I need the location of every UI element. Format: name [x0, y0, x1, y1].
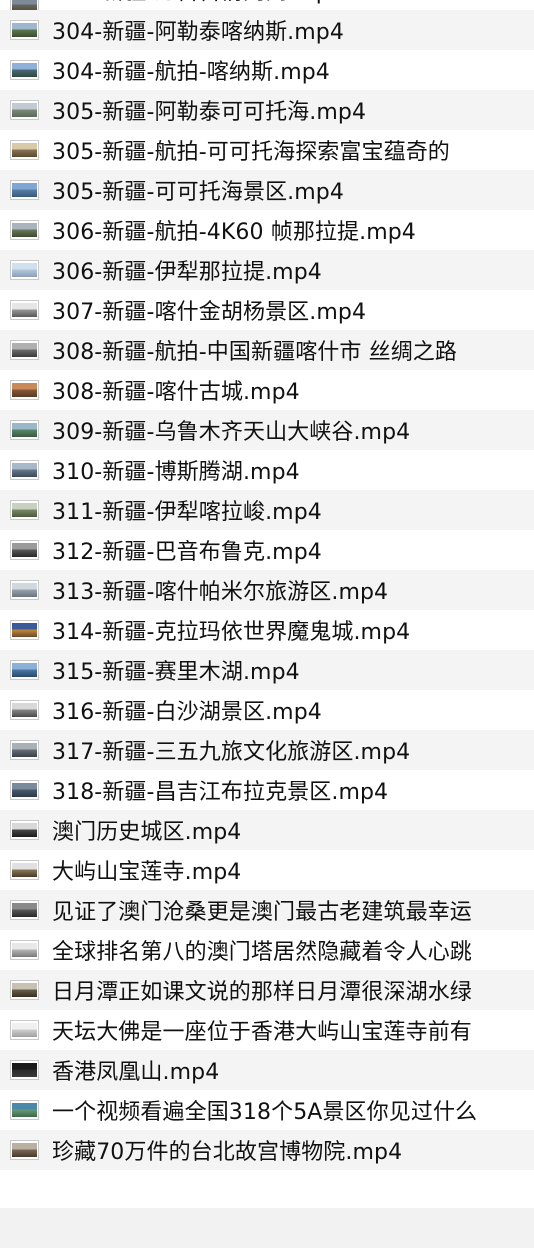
file-name: 全球排名第八的澳门塔居然隐藏着令人心跳 [52, 940, 472, 965]
file-row[interactable]: 全球排名第八的澳门塔居然隐藏着令人心跳 [0, 930, 534, 970]
file-row[interactable]: 304-新疆-航拍-喀纳斯.mp4 [0, 50, 534, 90]
file-name: 305-新疆-阿勒泰可可托海.mp4 [52, 100, 367, 125]
file-name: 315-新疆-赛里木湖.mp4 [52, 660, 300, 685]
file-name: 珍藏70万件的台北故宫博物院.mp4 [52, 1140, 403, 1165]
file-row[interactable]: 304-新疆-阿勒泰喀纳斯.mp4 [0, 10, 534, 50]
bottom-bar [0, 1208, 534, 1248]
file-row[interactable]: 一个视频看遍全国318个5A景区你见过什么 [0, 1090, 534, 1130]
file-row[interactable]: 303-新疆-之吉吉情网列.mp4 [0, 0, 534, 10]
file-name: 305-新疆-可可托海景区.mp4 [52, 180, 344, 205]
file-row[interactable]: 日月潭正如课文说的那样日月潭很深湖水绿 [0, 970, 534, 1010]
file-row[interactable]: 305-新疆-航拍-可可托海探索富宝蕴奇的 [0, 130, 534, 170]
file-name: 312-新疆-巴音布鲁克.mp4 [52, 540, 322, 565]
video-thumbnail-icon [10, 180, 39, 200]
file-row[interactable]: 306-新疆-伊犁那拉提.mp4 [0, 250, 534, 290]
file-row[interactable]: 珍藏70万件的台北故宫博物院.mp4 [0, 1130, 534, 1170]
video-thumbnail-icon [10, 620, 39, 640]
file-name: 308-新疆-航拍-中国新疆喀什市 丝绸之路 [52, 340, 458, 365]
file-row[interactable]: 317-新疆-三五九旅文化旅游区.mp4 [0, 730, 534, 770]
file-row[interactable]: 313-新疆-喀什帕米尔旅游区.mp4 [0, 570, 534, 610]
file-row[interactable]: 314-新疆-克拉玛依世界魔鬼城.mp4 [0, 610, 534, 650]
file-name: 日月潭正如课文说的那样日月潭很深湖水绿 [52, 980, 472, 1005]
file-name: 314-新疆-克拉玛依世界魔鬼城.mp4 [52, 620, 411, 645]
video-thumbnail-icon [10, 1020, 39, 1040]
video-thumbnail-icon [10, 700, 39, 720]
file-row[interactable]: 305-新疆-可可托海景区.mp4 [0, 170, 534, 210]
file-row[interactable]: 309-新疆-乌鲁木齐天山大峡谷.mp4 [0, 410, 534, 450]
file-name: 天坛大佛是一座位于香港大屿山宝莲寺前有 [52, 1020, 472, 1045]
video-thumbnail-icon [10, 860, 39, 880]
file-row[interactable]: 天坛大佛是一座位于香港大屿山宝莲寺前有 [0, 1010, 534, 1050]
file-row[interactable]: 见证了澳门沧桑更是澳门最古老建筑最幸运 [0, 890, 534, 930]
video-thumbnail-icon [10, 220, 39, 240]
file-name: 304-新疆-航拍-喀纳斯.mp4 [52, 60, 330, 85]
video-thumbnail-icon [10, 20, 39, 40]
file-row[interactable]: 318-新疆-昌吉江布拉克景区.mp4 [0, 770, 534, 810]
file-name: 307-新疆-喀什金胡杨景区.mp4 [52, 300, 367, 325]
video-thumbnail-icon [10, 460, 39, 480]
file-name: 318-新疆-昌吉江布拉克景区.mp4 [52, 780, 389, 805]
file-row[interactable]: 305-新疆-阿勒泰可可托海.mp4 [0, 90, 534, 130]
file-row[interactable]: 308-新疆-喀什古城.mp4 [0, 370, 534, 410]
file-name: 316-新疆-白沙湖景区.mp4 [52, 700, 322, 725]
file-row[interactable]: 308-新疆-航拍-中国新疆喀什市 丝绸之路 [0, 330, 534, 370]
video-thumbnail-icon [10, 660, 39, 680]
video-thumbnail-icon [10, 420, 39, 440]
video-thumbnail-icon [10, 100, 39, 120]
video-thumbnail-icon [10, 140, 39, 160]
video-thumbnail-icon [10, 780, 39, 800]
video-thumbnail-icon [10, 260, 39, 280]
file-name: 310-新疆-博斯腾湖.mp4 [52, 460, 300, 485]
file-name: 香港凤凰山.mp4 [52, 1060, 220, 1085]
video-thumbnail-icon [10, 0, 39, 10]
file-row[interactable]: 306-新疆-航拍-4K60 帧那拉提.mp4 [0, 210, 534, 250]
video-thumbnail-icon [10, 1060, 39, 1080]
file-name: 309-新疆-乌鲁木齐天山大峡谷.mp4 [52, 420, 411, 445]
file-row[interactable]: 澳门历史城区.mp4 [0, 810, 534, 850]
file-row[interactable]: 香港凤凰山.mp4 [0, 1050, 534, 1090]
file-list: 303-新疆-之吉吉情网列.mp4 304-新疆-阿勒泰喀纳斯.mp4 304-新疆… [0, 0, 534, 1170]
file-name: 一个视频看遍全国318个5A景区你见过什么 [52, 1100, 478, 1125]
video-thumbnail-icon [10, 900, 39, 920]
video-thumbnail-icon [10, 980, 39, 1000]
file-name: 308-新疆-喀什古城.mp4 [52, 380, 300, 405]
file-row[interactable]: 310-新疆-博斯腾湖.mp4 [0, 450, 534, 490]
file-name: 311-新疆-伊犁喀拉峻.mp4 [52, 500, 322, 525]
file-name: 303-新疆-之吉吉情网列.mp4 [52, 0, 344, 6]
file-name: 澳门历史城区.mp4 [52, 820, 242, 845]
file-name: 317-新疆-三五九旅文化旅游区.mp4 [52, 740, 411, 765]
video-thumbnail-icon [10, 380, 39, 400]
video-thumbnail-icon [10, 540, 39, 560]
file-name: 305-新疆-航拍-可可托海探索富宝蕴奇的 [52, 140, 450, 165]
file-name: 306-新疆-航拍-4K60 帧那拉提.mp4 [52, 220, 416, 245]
video-thumbnail-icon [10, 580, 39, 600]
video-thumbnail-icon [10, 820, 39, 840]
video-thumbnail-icon [10, 940, 39, 960]
file-name: 304-新疆-阿勒泰喀纳斯.mp4 [52, 20, 344, 45]
video-thumbnail-icon [10, 1100, 39, 1120]
file-row[interactable]: 315-新疆-赛里木湖.mp4 [0, 650, 534, 690]
video-thumbnail-icon [10, 1140, 39, 1160]
video-thumbnail-icon [10, 60, 39, 80]
file-name: 大屿山宝莲寺.mp4 [52, 860, 242, 885]
file-name: 见证了澳门沧桑更是澳门最古老建筑最幸运 [52, 900, 472, 925]
file-name: 313-新疆-喀什帕米尔旅游区.mp4 [52, 580, 389, 605]
file-row[interactable]: 316-新疆-白沙湖景区.mp4 [0, 690, 534, 730]
file-row[interactable]: 311-新疆-伊犁喀拉峻.mp4 [0, 490, 534, 530]
video-thumbnail-icon [10, 740, 39, 760]
video-thumbnail-icon [10, 500, 39, 520]
file-name: 306-新疆-伊犁那拉提.mp4 [52, 260, 322, 285]
file-row[interactable]: 大屿山宝莲寺.mp4 [0, 850, 534, 890]
file-row[interactable]: 307-新疆-喀什金胡杨景区.mp4 [0, 290, 534, 330]
file-row[interactable]: 312-新疆-巴音布鲁克.mp4 [0, 530, 534, 570]
video-thumbnail-icon [10, 340, 39, 360]
video-thumbnail-icon [10, 300, 39, 320]
